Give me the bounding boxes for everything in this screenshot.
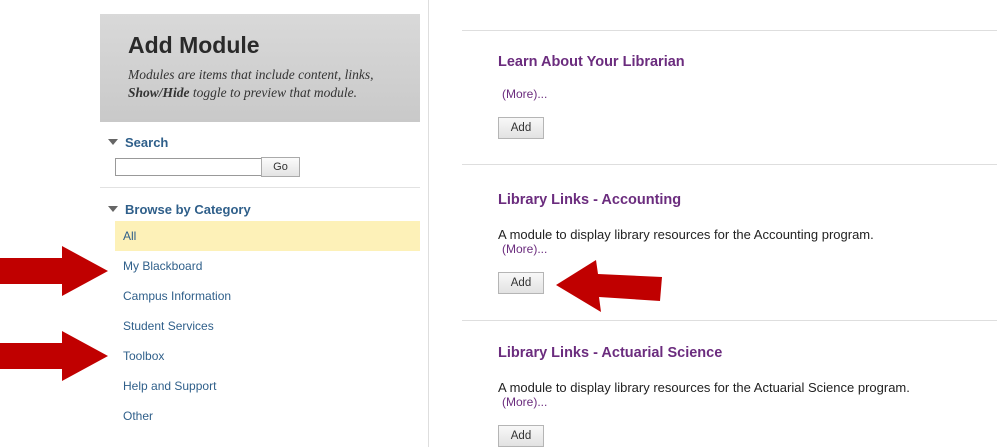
- annotation-arrow-right-icon: [0, 331, 108, 381]
- add-module-header: Add Module Modules are items that includ…: [100, 14, 420, 122]
- description-line-2-text: toggle to preview that module.: [189, 85, 357, 100]
- show-hide-term: Show/Hide: [128, 85, 190, 100]
- annotation-arrow-right-icon: [0, 246, 108, 296]
- module-divider: [462, 164, 997, 165]
- collapse-triangle-icon: [108, 139, 118, 145]
- panel-separator: [428, 0, 429, 447]
- browse-label: Browse by Category: [125, 202, 251, 217]
- more-link[interactable]: (More)...: [502, 395, 547, 409]
- search-input[interactable]: [115, 158, 263, 176]
- module-divider: [462, 320, 997, 321]
- category-toolbox[interactable]: Toolbox: [115, 341, 420, 371]
- module-title: Learn About Your Librarian: [498, 54, 685, 70]
- module-description: A module to display library resources fo…: [498, 380, 910, 395]
- search-label: Search: [125, 135, 169, 150]
- module-title: Library Links - Actuarial Science: [498, 345, 723, 361]
- category-campus-information[interactable]: Campus Information: [115, 281, 420, 311]
- category-my-blackboard[interactable]: My Blackboard: [115, 251, 420, 281]
- section-divider: [100, 187, 420, 188]
- category-all[interactable]: All: [115, 221, 420, 251]
- browse-section-toggle[interactable]: Browse by Category: [108, 202, 251, 217]
- annotation-arrow-left-icon: [556, 260, 662, 312]
- module-description: A module to display library resources fo…: [498, 227, 874, 242]
- add-button[interactable]: Add: [498, 272, 544, 294]
- description-line-1: Modules are items that include content, …: [128, 67, 374, 82]
- add-button[interactable]: Add: [498, 425, 544, 447]
- collapse-triangle-icon: [108, 206, 118, 212]
- category-help-and-support[interactable]: Help and Support: [115, 371, 420, 401]
- module-divider: [462, 30, 997, 31]
- go-button[interactable]: Go: [261, 157, 300, 177]
- add-module-description: Modules are items that include content, …: [128, 66, 420, 102]
- category-list: All My Blackboard Campus Information Stu…: [115, 221, 420, 431]
- more-link[interactable]: (More)...: [502, 87, 547, 101]
- add-button[interactable]: Add: [498, 117, 544, 139]
- search-section-toggle[interactable]: Search: [108, 135, 168, 150]
- add-module-panel: Add Module Modules are items that includ…: [100, 0, 420, 447]
- category-other[interactable]: Other: [115, 401, 420, 431]
- more-link[interactable]: (More)...: [502, 242, 547, 256]
- module-title: Library Links - Accounting: [498, 192, 682, 208]
- category-student-services[interactable]: Student Services: [115, 311, 420, 341]
- page-title: Add Module: [128, 32, 260, 58]
- description-line-2: Show/Hide toggle to preview that module.: [128, 84, 420, 102]
